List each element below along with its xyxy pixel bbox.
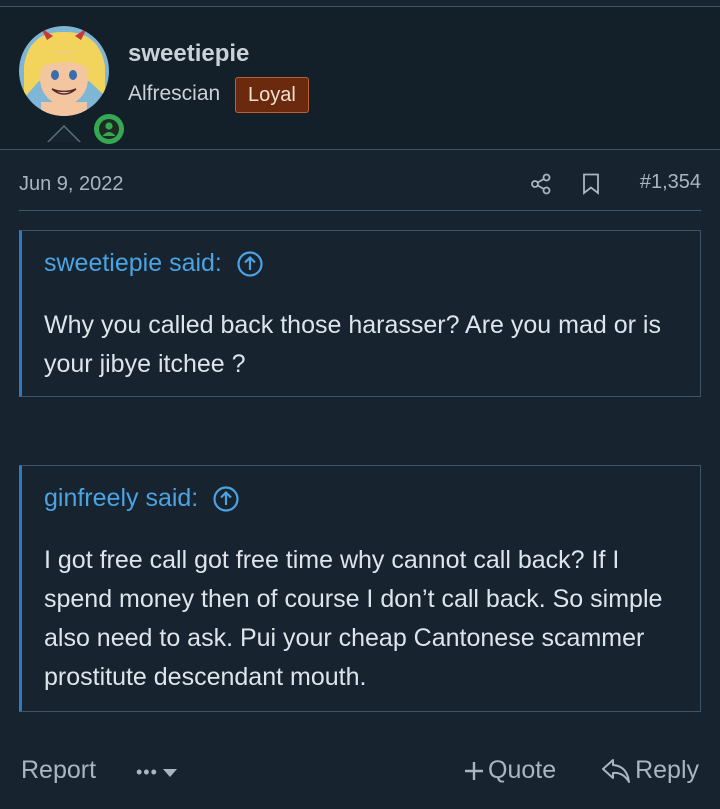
avatar[interactable] [19,26,109,116]
caret-down-icon [162,768,177,777]
reply-button[interactable]: Reply [601,756,699,785]
avatar-container[interactable] [19,26,128,148]
quote-text: I got free call got free time why cannot… [44,546,663,691]
quote-author[interactable]: ginfreely said: [44,484,198,513]
more-dots-icon: ••• [136,762,158,782]
username[interactable]: sweetiepie [128,40,249,68]
quote-block: ginfreely said: I got free call got free… [19,465,701,712]
arrow-up-circle-icon[interactable] [212,485,240,513]
quote-button[interactable]: Quote [464,756,556,785]
header-pointer [47,125,81,142]
more-actions-button[interactable]: ••• [136,762,178,783]
reply-label: Reply [635,756,699,784]
user-badge: Loyal [235,77,309,113]
quote-author[interactable]: sweetiepie said: [44,249,222,278]
quote-text: Why you called back those harasser? Are … [44,311,661,378]
report-button[interactable]: Report [21,756,96,785]
plus-icon [465,761,483,780]
post-header: sweetiepie Alfrescian Loyal [0,7,720,150]
share-icon[interactable] [530,173,552,195]
online-status-icon [90,110,128,148]
quote-header[interactable]: ginfreely said: [44,484,240,513]
quote-label: Quote [488,756,557,784]
user-title: Alfrescian [128,82,221,105]
reply-icon [602,758,631,783]
bookmark-icon[interactable] [582,173,600,195]
arrow-up-circle-icon[interactable] [236,250,264,278]
post-date[interactable]: Jun 9, 2022 [19,173,124,196]
quote-block: sweetiepie said: Why you called back tho… [19,230,701,397]
post-number[interactable]: #1,354 [640,171,701,194]
post-actions: Report ••• Quote Reply [21,752,699,792]
report-label: Report [21,756,97,784]
quote-header[interactable]: sweetiepie said: [44,249,264,278]
post-meta: Jun 9, 2022 #1,354 [19,165,701,211]
